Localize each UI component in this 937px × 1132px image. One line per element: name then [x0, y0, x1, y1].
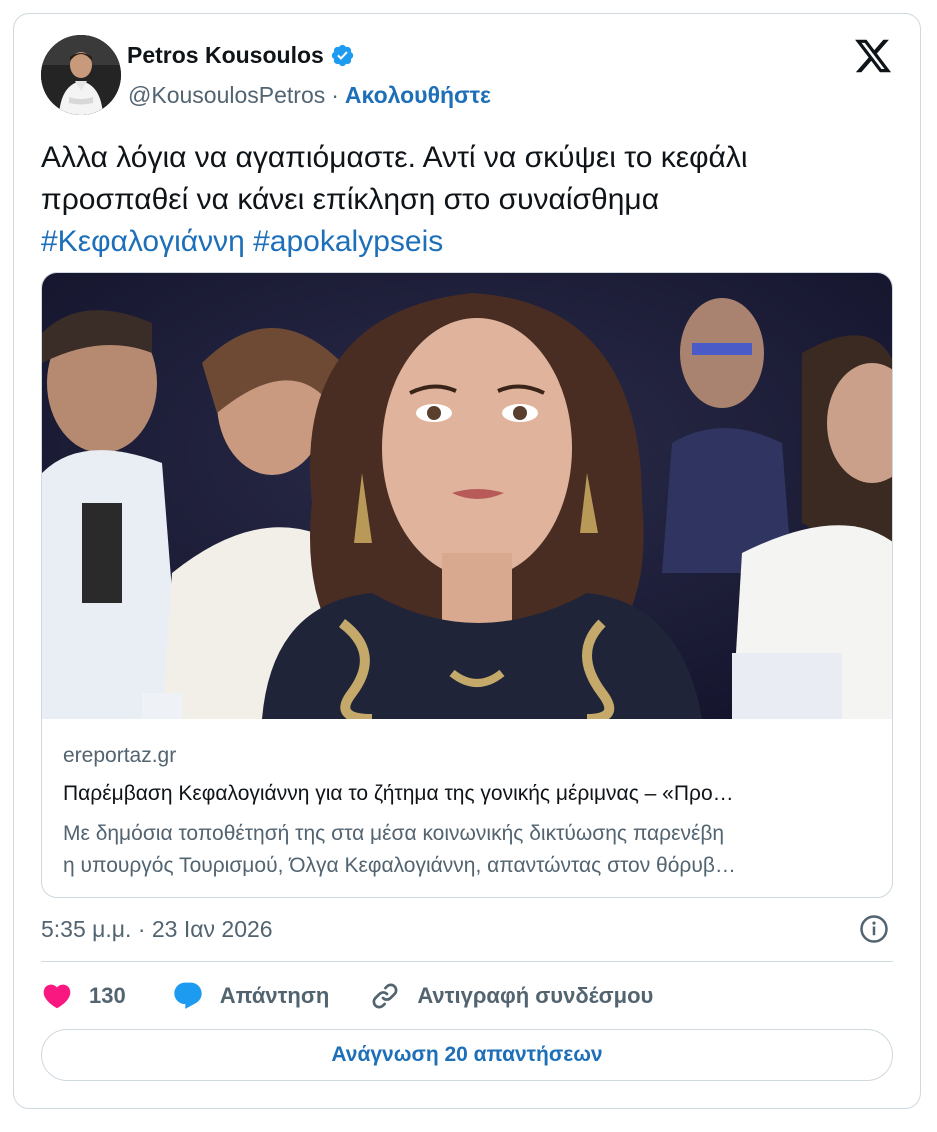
- tweet-card: Petros Kousoulos @KousoulosPetros · Ακολ…: [13, 13, 921, 1109]
- link-preview-text: ereportaz.gr Παρέμβαση Κεφαλογιάννη για …: [63, 744, 875, 882]
- reply-label: Απάντηση: [219, 983, 330, 1008]
- reply-button[interactable]: Απάντηση: [172, 980, 330, 1012]
- tweet-text: Αλλα λόγια να αγαπιόμαστε. Αντί να σκύψε…: [41, 137, 891, 263]
- separator-dot: ·: [331, 82, 339, 108]
- reply-bubble-icon: [174, 982, 202, 1009]
- like-count: 130: [89, 983, 126, 1008]
- author-handle-row: @KousoulosPetros · Ακολουθήστε: [128, 82, 491, 109]
- link-icon: [372, 983, 398, 1009]
- tweet-timestamp[interactable]: 5:35 μ.μ. · 23 Ιαν 2026: [41, 916, 273, 943]
- verified-badge-icon: [331, 44, 353, 67]
- action-bar: 130 Απάντηση Αντιγραφή συνδέσμου: [41, 979, 653, 1013]
- tweet-text-line-1: Αλλα λόγια να αγαπιόμαστε. Αντί να σκύψε…: [41, 141, 748, 174]
- link-preview-card[interactable]: ereportaz.gr Παρέμβαση Κεφαλογιάννη για …: [41, 272, 893, 898]
- author-name-row: Petros Kousoulos: [127, 42, 355, 69]
- divider: [41, 961, 893, 962]
- heart-icon: [43, 984, 71, 1009]
- read-replies-label: Ανάγνωση 20 απαντήσεων: [331, 1043, 603, 1066]
- link-description-line-2: η υπουργός Τουρισμού, Όλγα Κεφαλογιάννη,…: [63, 854, 736, 877]
- like-button[interactable]: 130: [41, 980, 126, 1012]
- link-domain: ereportaz.gr: [63, 744, 177, 767]
- tweet-text-line-2: προσπαθεί να κάνει επίκληση στο συναίσθη…: [41, 183, 660, 216]
- copy-link-button[interactable]: Αντιγραφή συνδέσμου: [369, 980, 653, 1012]
- read-replies-button[interactable]: Ανάγνωση 20 απαντήσεων: [41, 1029, 893, 1081]
- link-description-line-1: Με δημόσια τοποθέτησή της στα μέσα κοινω…: [63, 822, 725, 845]
- avatar-image: [41, 35, 121, 115]
- author-display-name[interactable]: Petros Kousoulos: [127, 42, 324, 69]
- follow-button[interactable]: Ακολουθήστε: [345, 82, 491, 109]
- link-title: Παρέμβαση Κεφαλογιάννη για το ζήτημα της…: [63, 782, 734, 805]
- x-logo-icon[interactable]: [853, 36, 893, 76]
- link-preview-image: [42, 273, 892, 719]
- info-icon[interactable]: [859, 914, 889, 944]
- author-handle[interactable]: @KousoulosPetros: [128, 82, 325, 109]
- tweet-hashtags[interactable]: #Κεφαλογιάννη #apokalypseis: [41, 221, 891, 263]
- copy-link-label: Αντιγραφή συνδέσμου: [417, 983, 654, 1008]
- link-description: Με δημόσια τοποθέτησή της στα μέσα κοινω…: [63, 818, 875, 882]
- avatar[interactable]: [41, 35, 121, 115]
